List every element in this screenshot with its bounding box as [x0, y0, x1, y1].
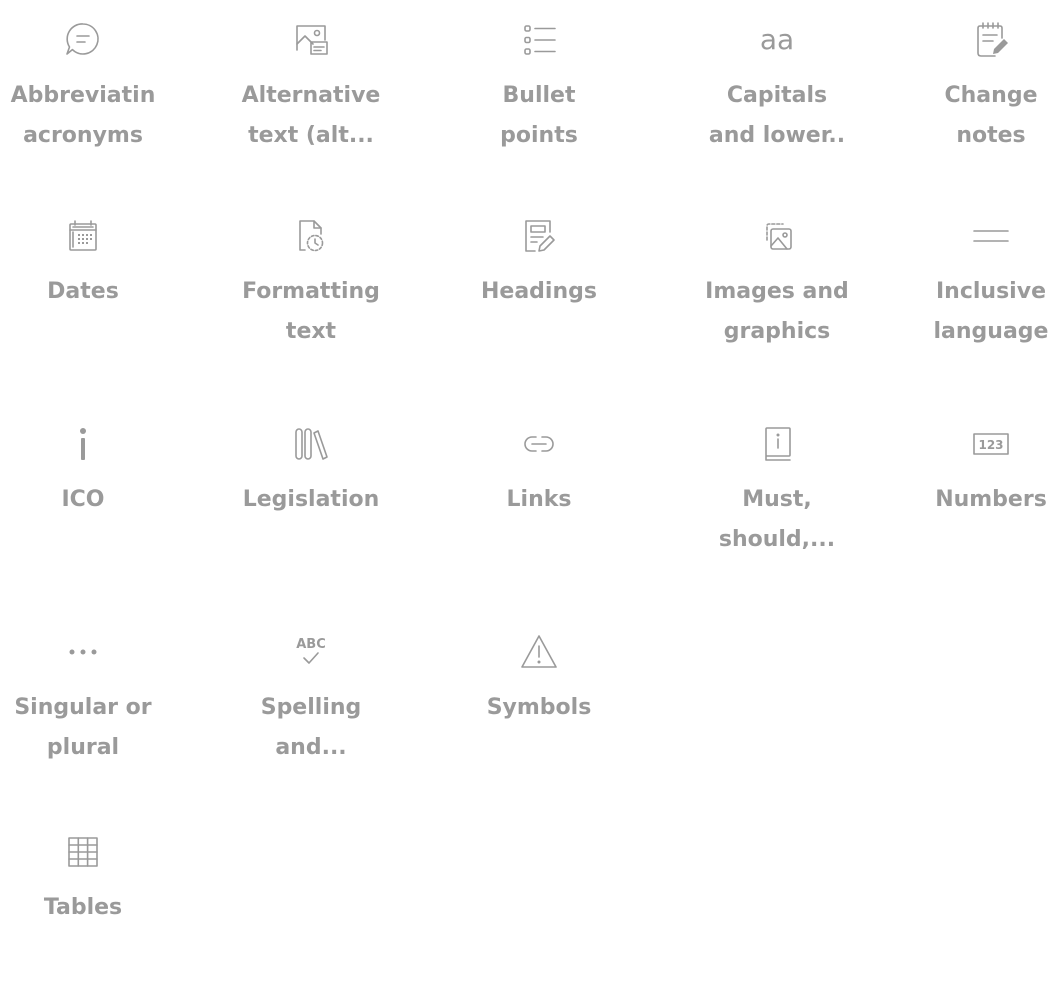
lines-icon — [971, 216, 1011, 256]
tile-tables[interactable]: Tables — [0, 812, 178, 1002]
tile-label: Bullet points — [500, 83, 578, 148]
tile-label: Must, should,... — [718, 487, 836, 552]
svg-text:123: 123 — [978, 438, 1003, 452]
tile-label: Links — [506, 487, 572, 512]
chat-bubble-icon — [63, 20, 103, 60]
document-clock-icon — [291, 216, 331, 256]
tile-label: Abbreviatin acronyms — [10, 83, 156, 148]
tile-label: Headings — [481, 279, 597, 304]
library-books-icon — [291, 424, 331, 464]
more-dots-icon — [63, 632, 103, 672]
tile-symbols[interactable]: Symbols — [444, 612, 634, 802]
tile-label: Capitals and lower.. — [708, 83, 846, 148]
book-info-icon — [757, 424, 797, 464]
tile-must-should[interactable]: Must, should,... — [682, 404, 872, 594]
tile-legislation[interactable]: Legislation — [216, 404, 406, 594]
tile-dates[interactable]: Dates — [0, 196, 178, 386]
images-icon — [757, 216, 797, 256]
tile-bullet-points[interactable]: Bullet points — [444, 0, 634, 190]
calendar-icon — [63, 216, 103, 256]
tile-label: Inclusive language — [933, 279, 1049, 344]
tile-headings[interactable]: Headings — [444, 196, 634, 386]
tile-formatting-text[interactable]: Formatting text — [216, 196, 406, 386]
tile-links[interactable]: Links — [444, 404, 634, 594]
tile-ico[interactable]: ICO — [0, 404, 178, 594]
tile-label: Legislation — [242, 487, 380, 512]
tile-label: Alternative text (alt... — [241, 83, 381, 148]
svg-text:aa: aa — [760, 23, 794, 56]
tile-spelling[interactable]: ABC Spelling and... — [216, 612, 406, 802]
image-caption-icon — [291, 20, 331, 60]
tile-numbers[interactable]: 123 Numbers — [896, 404, 1052, 594]
table-icon — [63, 832, 103, 872]
tile-label: Images and graphics — [705, 279, 849, 344]
tile-label: Dates — [47, 279, 119, 304]
tile-capitals-lowercase[interactable]: aa Capitals and lower.. — [682, 0, 872, 190]
svg-text:ABC: ABC — [296, 637, 326, 652]
link-icon — [519, 424, 559, 464]
tile-label: Formatting text — [242, 279, 380, 344]
tile-inclusive-language[interactable]: Inclusive language — [896, 196, 1052, 386]
tile-alternative-text[interactable]: Alternative text (alt... — [216, 0, 406, 190]
tile-images-graphics[interactable]: Images and graphics — [682, 196, 872, 386]
info-icon — [63, 424, 103, 464]
tile-label: Symbols — [486, 695, 592, 720]
number-symbol-icon: 123 — [971, 424, 1011, 464]
tile-label: Tables — [43, 895, 123, 920]
tile-label: Numbers — [935, 487, 1047, 512]
tile-singular-plural[interactable]: Singular or plural — [0, 612, 178, 802]
tile-label: Singular or plural — [14, 695, 152, 760]
spell-check-icon: ABC — [291, 632, 331, 672]
tile-label: Spelling and... — [260, 695, 362, 760]
document-edit-icon — [519, 216, 559, 256]
text-case-icon: aa — [757, 20, 797, 60]
tile-change-notes[interactable]: Change notes — [896, 0, 1052, 190]
warning-icon — [519, 632, 559, 672]
notepad-edit-icon — [971, 20, 1011, 60]
tile-abbreviations-acronyms[interactable]: Abbreviatin acronyms — [0, 0, 178, 190]
bullet-list-icon — [519, 20, 559, 60]
tile-label: Change notes — [944, 83, 1038, 148]
tile-label: ICO — [61, 487, 105, 512]
